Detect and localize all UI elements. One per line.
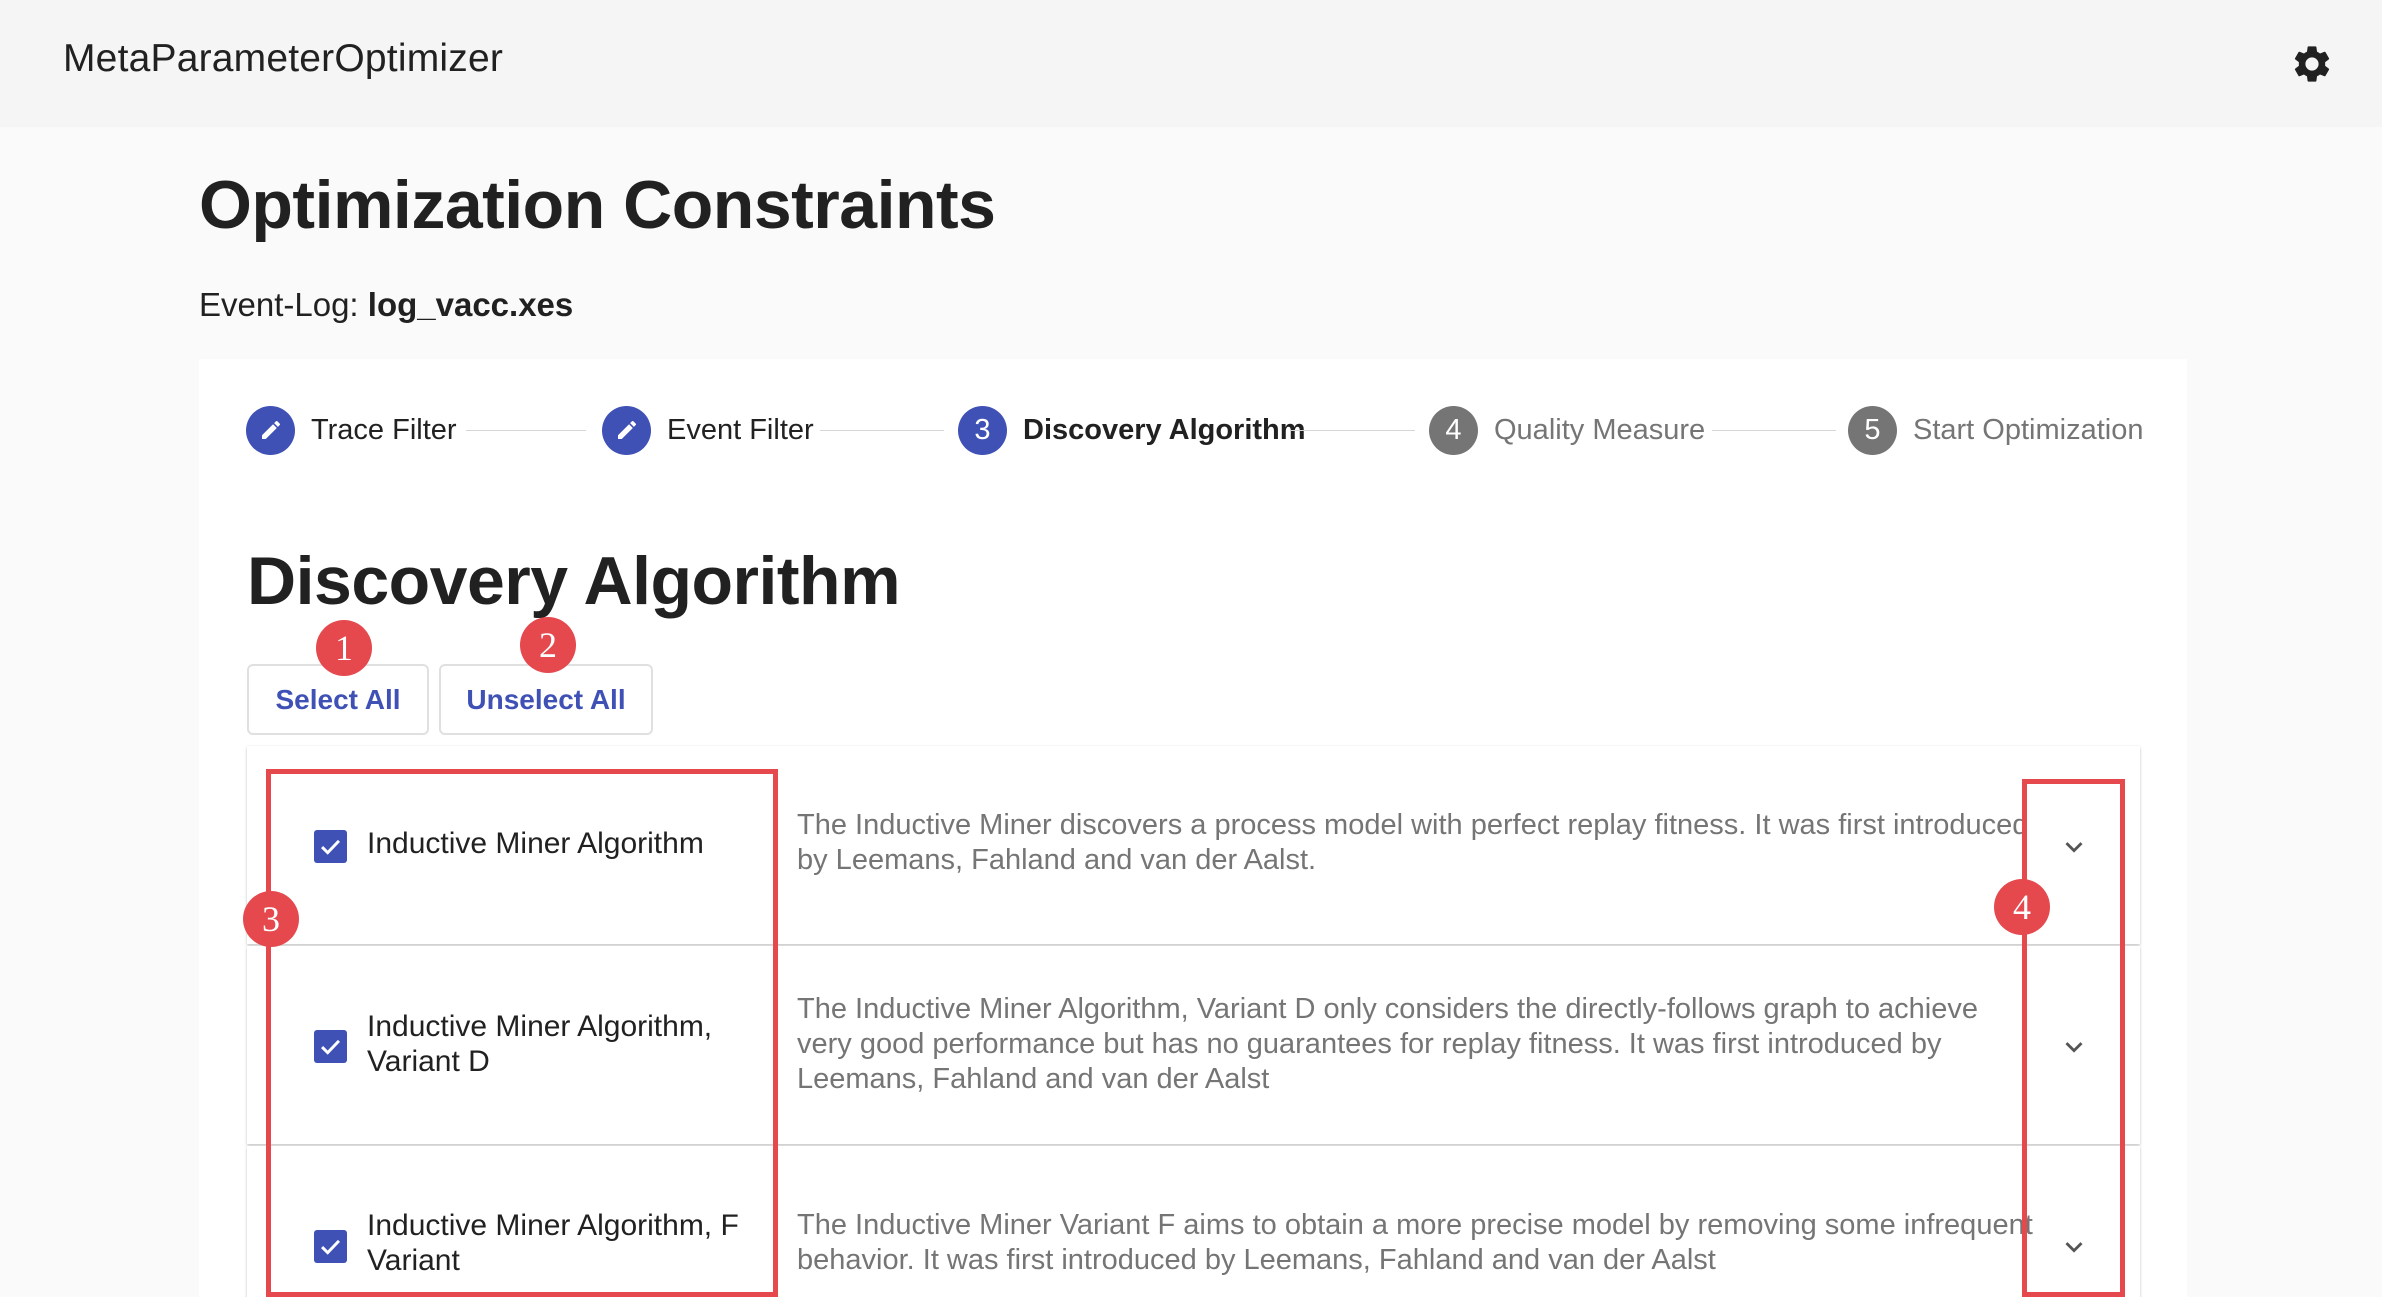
step-quality-measure[interactable]: 4 Quality Measure	[1429, 405, 1705, 455]
annotation-marker-1: 1	[316, 620, 372, 676]
app-title: MetaParameterOptimizer	[63, 37, 504, 80]
step-label: Start Optimization	[1913, 413, 2144, 446]
step-label: Event Filter	[667, 413, 814, 446]
section-title: Discovery Algorithm	[247, 543, 901, 619]
gear-icon[interactable]	[2290, 42, 2334, 86]
algorithm-description: The Inductive Miner discovers a process …	[797, 809, 2029, 876]
top-app-bar: MetaParameterOptimizer	[0, 0, 2382, 127]
step-connector	[820, 430, 944, 431]
step-discovery-algorithm[interactable]: 3 Discovery Algorithm	[958, 405, 1306, 455]
step-connector	[466, 430, 586, 431]
step-connector	[1291, 430, 1415, 431]
step-connector	[1712, 430, 1836, 431]
annotation-marker-3: 3	[243, 891, 299, 947]
annotation-box-expand-column	[2022, 779, 2125, 1297]
annotation-marker-4: 4	[1994, 879, 2050, 935]
step-number: 4	[1429, 405, 1478, 455]
page-title: Optimization Constraints	[199, 167, 996, 243]
annotation-box-checkbox-column	[266, 769, 778, 1297]
step-start-optimization[interactable]: 5 Start Optimization	[1848, 405, 2143, 455]
unselect-all-button[interactable]: Unselect All	[439, 664, 653, 735]
event-log-file: log_vacc.xes	[367, 286, 574, 323]
step-label: Quality Measure	[1494, 413, 1706, 446]
event-log-info: Event-Log: log_vacc.xes	[199, 286, 573, 324]
step-label: Trace Filter	[311, 413, 457, 446]
algorithm-description: The Inductive Miner Algorithm, Variant D…	[797, 993, 1978, 1095]
step-trace-filter[interactable]: Trace Filter	[246, 405, 457, 455]
event-log-label: Event-Log:	[199, 286, 359, 323]
step-number: 5	[1848, 405, 1897, 455]
app-page: MetaParameterOptimizer Optimization Cons…	[0, 0, 2382, 1297]
algorithm-description: The Inductive Miner Variant F aims to ob…	[797, 1209, 2033, 1276]
annotation-marker-2: 2	[520, 617, 576, 673]
pencil-icon	[602, 405, 651, 455]
pencil-icon	[246, 405, 295, 455]
step-number: 3	[958, 405, 1007, 455]
step-label: Discovery Algorithm	[1023, 413, 1306, 446]
step-event-filter[interactable]: Event Filter	[602, 405, 814, 455]
